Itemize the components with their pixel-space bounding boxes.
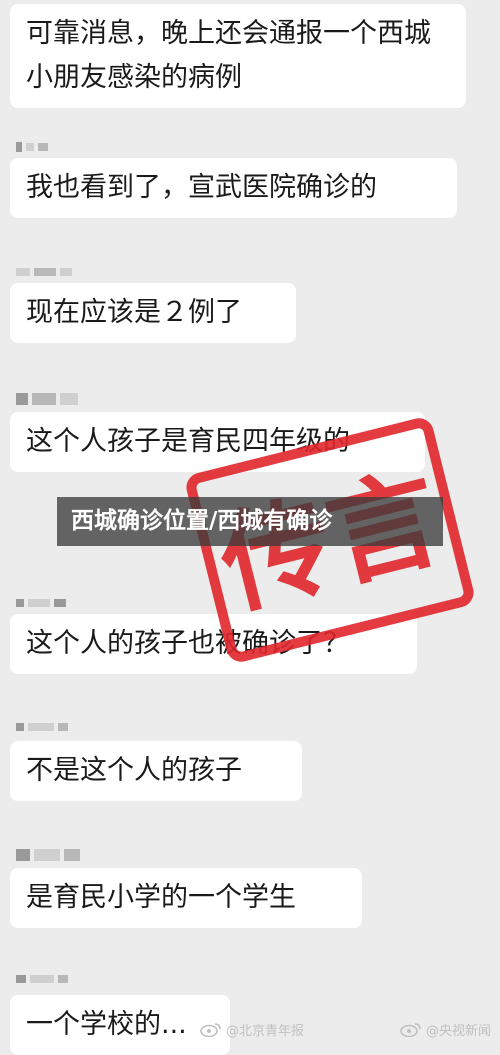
- sender-name-blurred: [16, 720, 68, 734]
- watermark-right-text: @央视新闻: [426, 1023, 492, 1039]
- message-bubble: 现在应该是２例了: [10, 283, 296, 343]
- message-bubble: 我也看到了，宣武医院确诊的: [10, 158, 457, 218]
- message-bubble: 是育民小学的一个学生: [10, 868, 362, 928]
- caption-banner: 西城确诊位置/西城有确诊: [57, 497, 443, 546]
- watermark-left-text: @北京青年报: [226, 1023, 305, 1039]
- chat-screenshot: 可靠消息，晚上还会通报一个西城小朋友感染的病例 我也看到了，宣武医院确诊的 现在…: [0, 0, 500, 1055]
- sender-name-blurred: [16, 848, 80, 862]
- weibo-icon: [200, 1023, 221, 1037]
- sender-name-blurred: [16, 392, 78, 406]
- watermark-right: @央视新闻: [400, 1018, 491, 1040]
- message-bubble: 一个学校的...: [10, 995, 230, 1055]
- caption-text: 西城确诊位置/西城有确诊: [71, 508, 333, 534]
- weibo-icon: [400, 1023, 421, 1037]
- message-bubble: 可靠消息，晚上还会通报一个西城小朋友感染的病例: [10, 4, 466, 108]
- message-text: 一个学校的...: [26, 1009, 187, 1040]
- sender-name-blurred: [16, 972, 68, 986]
- message-text: 不是这个人的孩子: [26, 755, 242, 786]
- message-text: 是育民小学的一个学生: [26, 882, 296, 913]
- sender-name-blurred: [16, 265, 72, 279]
- message-text: 我也看到了，宣武医院确诊的: [26, 172, 377, 203]
- message-bubble: 不是这个人的孩子: [10, 741, 302, 801]
- message-text: 可靠消息，晚上还会通报一个西城小朋友感染的病例: [26, 18, 431, 93]
- sender-name-blurred: [16, 596, 66, 610]
- message-text: 现在应该是２例了: [26, 297, 242, 328]
- sender-name-blurred: [16, 140, 48, 154]
- watermark-left: @北京青年报: [200, 1018, 304, 1040]
